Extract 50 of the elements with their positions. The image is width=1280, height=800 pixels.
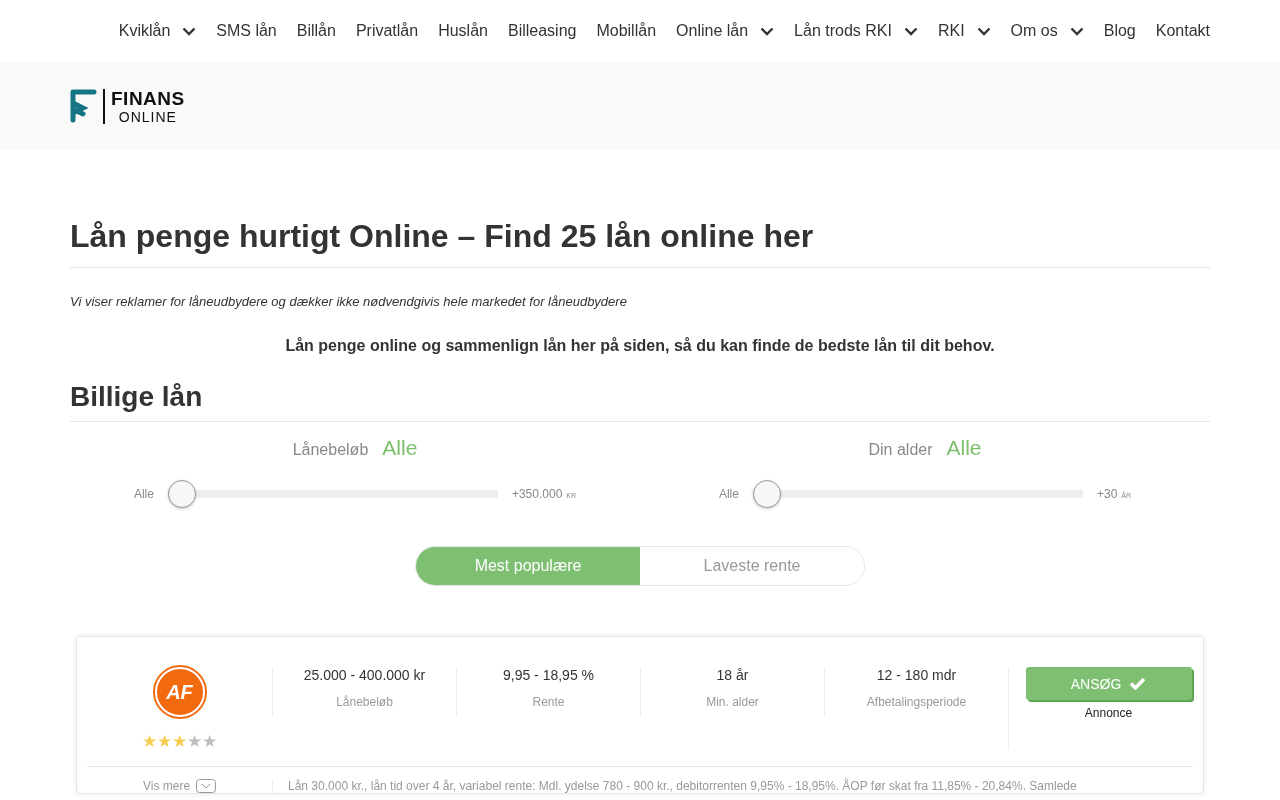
logo-mark-icon — [70, 89, 97, 123]
section-title: Billige lån — [70, 381, 1210, 422]
intro-text: Lån penge online og sammenlign lån her på siden, så du kan finde de bedste lån til dit behov. — [284, 337, 996, 355]
nav-link[interactable]: Online lån — [676, 22, 775, 40]
nav-link[interactable]: SMS lån — [216, 22, 277, 40]
slider-thumb[interactable] — [752, 480, 781, 508]
disclaimer-text: Vi viser reklamer for låneudbydere og dækker ikke nødvendgivis hele markedet for låneudbydere — [70, 294, 628, 309]
nav-link[interactable]: Billeasing — [507, 22, 577, 40]
slider-min-label: Alle — [133, 487, 154, 501]
chevron-down-icon — [196, 779, 217, 793]
slider-min-label: Alle — [718, 487, 739, 501]
stat-value: 18 år — [716, 667, 749, 683]
star-icon: ★ — [187, 733, 202, 750]
chevron-down-icon — [903, 26, 918, 36]
stat-label: Rente — [532, 695, 565, 709]
logo[interactable]: FINANS ONLINE — [70, 88, 185, 124]
nav-link[interactable]: Blog — [1103, 22, 1136, 40]
stat-label: Min. alder — [706, 695, 759, 709]
nav-link[interactable]: Lån trods RKI — [794, 22, 918, 40]
filter-value: Alle — [946, 436, 982, 460]
nav-link[interactable]: Mobillån — [596, 22, 657, 40]
chevron-down-icon — [976, 26, 991, 36]
stat-label: Lånebeløb — [336, 695, 393, 709]
filter-label: Din alder — [868, 441, 933, 459]
filter-label: Lånebeløb — [292, 441, 369, 459]
checkmark-icon — [1129, 677, 1147, 690]
chevron-down-icon — [1069, 26, 1084, 36]
stat-value: 25.000 - 400.000 kr — [303, 667, 426, 683]
star-icon: ★ — [142, 733, 157, 750]
stat-value: 9,95 - 18,95 % — [502, 667, 595, 683]
lender-logo: AF — [154, 667, 205, 717]
slider-thumb[interactable] — [167, 480, 196, 508]
stat-value: 12 - 180 mdr — [876, 667, 957, 683]
chevron-down-icon — [182, 26, 197, 36]
nav-link[interactable]: Privatlån — [355, 22, 419, 40]
nav-link[interactable]: RKI — [937, 22, 991, 40]
page-title: Lån penge hurtigt Online – Find 25 lån online her — [70, 218, 1210, 268]
nav-link[interactable]: Billån — [296, 22, 336, 40]
nav-link[interactable]: Kviklån — [118, 22, 197, 40]
terms-text: Lån 30.000 kr., lån tid over 4 år, variabel rente: Mdl. ydelse 780 - 900 kr., debitorrenten 9,95% - 18,95%. ÅOP før skat fra 11,85% - 20,84%. Samlede — [272, 779, 1193, 793]
stat-label: Afbetalingsperiode — [866, 695, 967, 709]
star-icon: ★ — [172, 733, 187, 750]
nav-link[interactable]: Huslån — [438, 22, 488, 40]
nav-link[interactable]: Om os — [1010, 22, 1084, 40]
star-icon: ★ — [202, 733, 217, 750]
filter-value: Alle — [382, 436, 418, 460]
nav-link[interactable]: Kontakt — [1155, 22, 1210, 40]
chevron-down-icon — [760, 26, 775, 36]
star-icon: ★ — [157, 733, 172, 750]
ad-label: Annonce — [1084, 706, 1133, 720]
